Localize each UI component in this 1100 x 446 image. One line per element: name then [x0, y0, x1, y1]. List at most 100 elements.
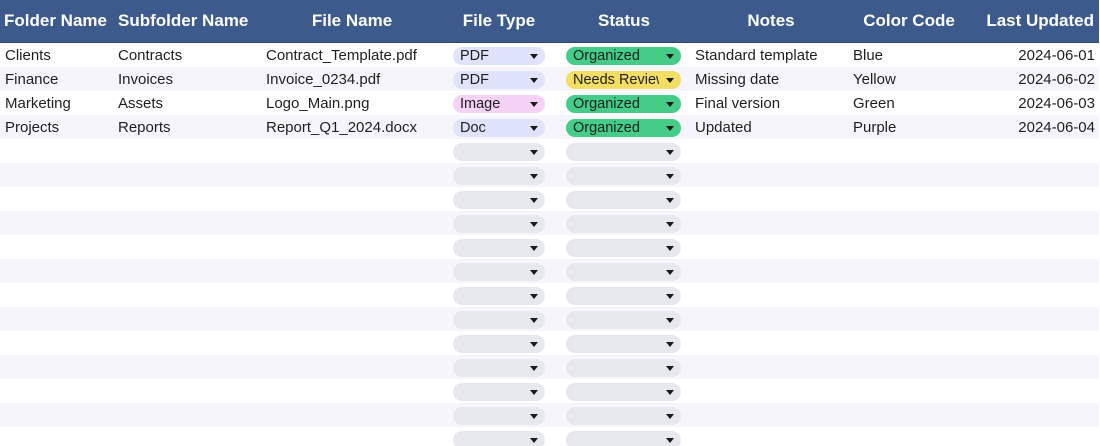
- cell-file-name[interactable]: [266, 307, 446, 331]
- file-type-dropdown[interactable]: [453, 143, 545, 161]
- cell-last-updated[interactable]: [960, 427, 1095, 446]
- cell-color-code[interactable]: [853, 355, 963, 379]
- cell-file-name[interactable]: Contract_Template.pdf: [266, 43, 446, 67]
- cell-folder-name[interactable]: [5, 379, 113, 403]
- status-dropdown[interactable]: [566, 431, 681, 446]
- chevron-down-icon[interactable]: [530, 78, 538, 83]
- file-type-dropdown[interactable]: [453, 431, 545, 446]
- cell-color-code[interactable]: Green: [853, 91, 963, 115]
- chevron-down-icon[interactable]: [666, 78, 674, 83]
- cell-file-name[interactable]: Invoice_0234.pdf: [266, 67, 446, 91]
- chevron-down-icon[interactable]: [666, 342, 674, 347]
- cell-last-updated[interactable]: [960, 259, 1095, 283]
- chevron-down-icon[interactable]: [666, 222, 674, 227]
- cell-folder-name[interactable]: [5, 235, 113, 259]
- cell-last-updated[interactable]: [960, 235, 1095, 259]
- status-dropdown[interactable]: [566, 215, 681, 233]
- chevron-down-icon[interactable]: [530, 318, 538, 323]
- cell-color-code[interactable]: [853, 139, 963, 163]
- chevron-down-icon[interactable]: [530, 270, 538, 275]
- cell-folder-name[interactable]: [5, 355, 113, 379]
- cell-subfolder-name[interactable]: [118, 139, 258, 163]
- file-type-dropdown[interactable]: [453, 359, 545, 377]
- cell-color-code[interactable]: [853, 259, 963, 283]
- cell-file-name[interactable]: [266, 403, 446, 427]
- cell-color-code[interactable]: [853, 403, 963, 427]
- header-file-type[interactable]: File Type: [452, 0, 546, 42]
- cell-color-code[interactable]: [853, 307, 963, 331]
- cell-notes[interactable]: [695, 403, 845, 427]
- cell-folder-name[interactable]: [5, 259, 113, 283]
- file-type-dropdown[interactable]: [453, 215, 545, 233]
- cell-notes[interactable]: Missing date: [695, 67, 845, 91]
- header-file-name[interactable]: File Name: [290, 0, 414, 42]
- cell-color-code[interactable]: [853, 427, 963, 446]
- cell-last-updated[interactable]: [960, 403, 1095, 427]
- header-last-updated[interactable]: Last Updated: [968, 0, 1094, 42]
- cell-last-updated[interactable]: [960, 283, 1095, 307]
- chevron-down-icon[interactable]: [666, 150, 674, 155]
- cell-last-updated[interactable]: 2024-06-03: [960, 91, 1095, 115]
- status-dropdown[interactable]: [566, 311, 681, 329]
- file-type-dropdown[interactable]: [453, 407, 545, 425]
- cell-notes[interactable]: [695, 163, 845, 187]
- chevron-down-icon[interactable]: [530, 126, 538, 131]
- chevron-down-icon[interactable]: [530, 150, 538, 155]
- chevron-down-icon[interactable]: [530, 342, 538, 347]
- status-dropdown[interactable]: Organized: [566, 119, 681, 137]
- cell-color-code[interactable]: [853, 211, 963, 235]
- cell-notes[interactable]: [695, 187, 845, 211]
- chevron-down-icon[interactable]: [666, 174, 674, 179]
- chevron-down-icon[interactable]: [530, 294, 538, 299]
- cell-last-updated[interactable]: 2024-06-04: [960, 115, 1095, 139]
- cell-folder-name[interactable]: [5, 139, 113, 163]
- cell-last-updated[interactable]: [960, 307, 1095, 331]
- chevron-down-icon[interactable]: [666, 294, 674, 299]
- cell-folder-name[interactable]: [5, 187, 113, 211]
- chevron-down-icon[interactable]: [530, 246, 538, 251]
- cell-notes[interactable]: [695, 379, 845, 403]
- chevron-down-icon[interactable]: [666, 126, 674, 131]
- file-type-dropdown[interactable]: Image: [453, 95, 545, 113]
- cell-last-updated[interactable]: [960, 379, 1095, 403]
- cell-folder-name[interactable]: [5, 163, 113, 187]
- cell-subfolder-name[interactable]: Contracts: [118, 43, 258, 67]
- cell-subfolder-name[interactable]: Invoices: [118, 67, 258, 91]
- cell-file-name[interactable]: [266, 355, 446, 379]
- cell-subfolder-name[interactable]: [118, 259, 258, 283]
- cell-subfolder-name[interactable]: [118, 283, 258, 307]
- file-type-dropdown[interactable]: [453, 287, 545, 305]
- chevron-down-icon[interactable]: [530, 102, 538, 107]
- cell-notes[interactable]: [695, 307, 845, 331]
- cell-subfolder-name[interactable]: [118, 307, 258, 331]
- chevron-down-icon[interactable]: [666, 318, 674, 323]
- cell-folder-name[interactable]: [5, 283, 113, 307]
- chevron-down-icon[interactable]: [530, 438, 538, 443]
- cell-subfolder-name[interactable]: [118, 235, 258, 259]
- chevron-down-icon[interactable]: [666, 102, 674, 107]
- header-color-code[interactable]: Color Code: [852, 0, 966, 42]
- cell-file-name[interactable]: [266, 139, 446, 163]
- cell-color-code[interactable]: Yellow: [853, 67, 963, 91]
- cell-last-updated[interactable]: [960, 211, 1095, 235]
- cell-subfolder-name[interactable]: [118, 403, 258, 427]
- chevron-down-icon[interactable]: [530, 222, 538, 227]
- chevron-down-icon[interactable]: [530, 198, 538, 203]
- cell-color-code[interactable]: [853, 163, 963, 187]
- cell-notes[interactable]: [695, 427, 845, 446]
- status-dropdown[interactable]: [566, 167, 681, 185]
- cell-last-updated[interactable]: 2024-06-02: [960, 67, 1095, 91]
- cell-subfolder-name[interactable]: [118, 163, 258, 187]
- status-dropdown[interactable]: [566, 287, 681, 305]
- chevron-down-icon[interactable]: [530, 390, 538, 395]
- cell-notes[interactable]: Updated: [695, 115, 845, 139]
- cell-notes[interactable]: [695, 259, 845, 283]
- cell-file-name[interactable]: [266, 259, 446, 283]
- cell-color-code[interactable]: [853, 235, 963, 259]
- cell-folder-name[interactable]: [5, 211, 113, 235]
- chevron-down-icon[interactable]: [666, 198, 674, 203]
- chevron-down-icon[interactable]: [666, 390, 674, 395]
- cell-color-code[interactable]: Purple: [853, 115, 963, 139]
- status-dropdown[interactable]: [566, 407, 681, 425]
- chevron-down-icon[interactable]: [530, 54, 538, 59]
